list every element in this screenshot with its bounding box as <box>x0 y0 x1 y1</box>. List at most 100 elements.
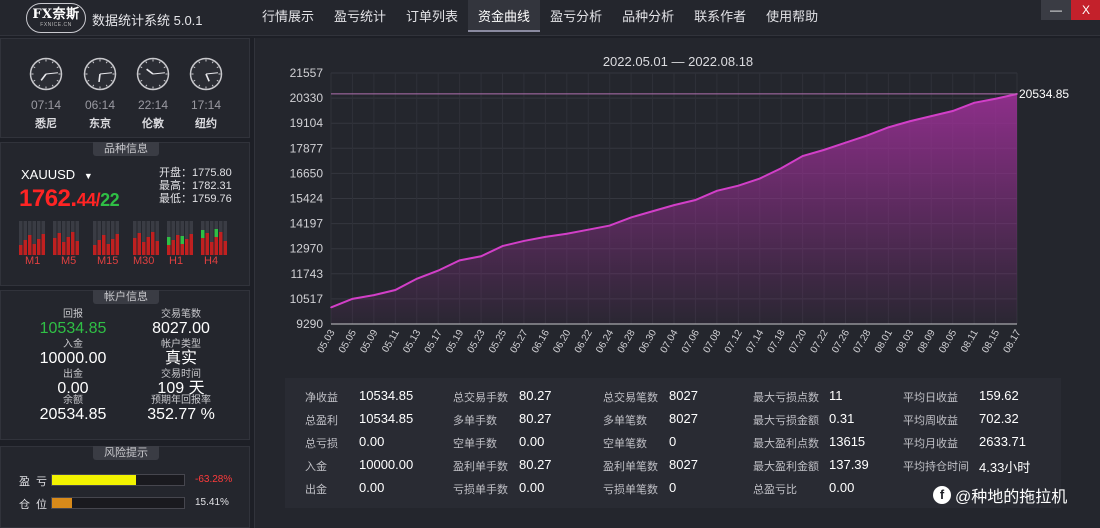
stat-label: 亏损单手数 <box>453 484 508 496</box>
timeframe-M1[interactable]: M1 <box>25 255 40 267</box>
x-tick-label: 07.28 <box>851 328 873 356</box>
stat-value: 0.00 <box>519 434 545 449</box>
account-value: 8027.00 <box>152 320 210 337</box>
high-price: 最高：1782.31 <box>159 180 232 192</box>
account-item-6: 余额 20534.85 <box>21 395 125 424</box>
x-tick-label: 05.13 <box>401 328 423 356</box>
risk-percent: 15.41% <box>195 497 229 508</box>
tab-7[interactable]: 使用帮助 <box>756 0 828 32</box>
y-tick-label: 10517 <box>290 292 324 306</box>
equity-point <box>716 189 718 192</box>
stat-label: 出金 <box>305 484 327 496</box>
x-tick-label: 05.23 <box>466 328 488 356</box>
stat-label: 空单手数 <box>453 438 497 450</box>
equity-point <box>909 120 911 123</box>
risk-header: 风险提示 <box>93 446 159 460</box>
stat-label: 总交易手数 <box>453 392 508 404</box>
stat-value: 0.31 <box>829 411 855 426</box>
equity-point <box>737 184 740 187</box>
account-info-panel: 帐户信息 回报 10534.85 交易笔数 8027.00 入金 10000.00 帐户类型… <box>0 290 250 440</box>
clock-city: 纽约 <box>195 118 217 130</box>
clock-time: 07:14 <box>30 98 62 112</box>
clock-city: 东京 <box>89 118 111 130</box>
stat-value: 80.27 <box>519 388 552 403</box>
x-tick-label: 07.14 <box>744 328 766 356</box>
x-tick-label: 05.25 <box>487 328 509 356</box>
stat-value: 10534.85 <box>359 388 414 403</box>
y-tick-label: 19104 <box>290 116 324 130</box>
stat-value: 8027 <box>669 457 698 472</box>
x-tick-label: 08.01 <box>873 328 895 356</box>
price-fraction: 44 <box>76 190 97 210</box>
equity-point <box>330 306 332 309</box>
clock-time: 22:14 <box>137 98 169 112</box>
x-tick-label: 07.04 <box>659 328 681 356</box>
world-clocks-panel: 07:14 悉尼 06:14 东京 22:14 伦敦 17:14 纽约 <box>0 38 250 138</box>
equity-point <box>415 277 418 280</box>
timeframe-H4[interactable]: H4 <box>204 255 218 267</box>
tab-6[interactable]: 联系作者 <box>684 0 756 32</box>
current-price: 1762.44/22 <box>19 185 120 213</box>
tab-5[interactable]: 品种分析 <box>612 0 684 32</box>
equity-point <box>801 155 804 157</box>
close-button[interactable]: X <box>1071 0 1100 20</box>
tab-1[interactable]: 盈亏统计 <box>324 0 396 32</box>
account-item-4: 出金 0.00 <box>21 369 125 398</box>
risk-bar <box>51 497 185 509</box>
x-tick-label: 06.28 <box>616 328 638 356</box>
x-tick-label: 05.19 <box>444 328 466 356</box>
equity-point <box>758 177 761 180</box>
x-tick-label: 06.24 <box>594 328 616 356</box>
equity-point <box>694 199 697 201</box>
minimize-button[interactable]: — <box>1041 0 1071 20</box>
y-tick-label: 14197 <box>290 217 324 231</box>
stat-value: 137.39 <box>829 457 869 472</box>
price-spread: 22 <box>100 190 120 210</box>
equity-point <box>544 236 547 238</box>
equity-point <box>523 240 525 242</box>
equity-point <box>951 110 954 112</box>
app-title: 数据统计系统 5.0.1 <box>92 13 203 28</box>
equity-chart: 21557 20330 19104 17877 16650 15424 14197 12970… <box>290 66 1070 356</box>
clock-face-icon <box>136 57 170 91</box>
account-info-header: 帐户信息 <box>93 290 159 304</box>
tab-2[interactable]: 订单列表 <box>396 0 468 32</box>
timeframe-H1[interactable]: H1 <box>169 255 183 267</box>
risk-bar <box>51 474 185 486</box>
timeframe-M30[interactable]: M30 <box>133 255 154 267</box>
tab-0[interactable]: 行情展示 <box>252 0 324 32</box>
risk-bar-fill <box>52 475 136 485</box>
equity-point <box>608 224 611 227</box>
low-price: 最低：1759.76 <box>159 193 232 205</box>
clock-face-icon <box>189 57 223 91</box>
stat-value: 0.00 <box>519 480 545 495</box>
clock-city: 伦敦 <box>142 118 164 130</box>
stat-label: 平均周收益 <box>903 415 958 427</box>
risk-label: 仓位 <box>19 499 53 511</box>
x-tick-label: 07.12 <box>723 328 745 356</box>
x-tick-label: 05.05 <box>337 328 359 356</box>
x-tick-label: 07.22 <box>809 328 831 356</box>
timeframe-M5[interactable]: M5 <box>61 255 76 267</box>
stat-value: 0 <box>669 480 677 495</box>
equity-point <box>458 259 461 262</box>
account-label: 余额 <box>63 395 83 406</box>
ohl-values: 开盘：1775.80 最高：1782.31 最低：1759.76 <box>159 167 232 206</box>
watermark: f @种地的拖拉机 <box>933 483 1067 507</box>
tab-3[interactable]: 资金曲线 <box>468 0 541 32</box>
stat-value: 4.33小时 <box>979 460 1031 475</box>
clock-city: 悉尼 <box>35 118 57 130</box>
stat-label: 入金 <box>305 461 327 473</box>
x-tick-label: 07.06 <box>680 328 702 356</box>
stat-label: 总盈亏比 <box>753 484 797 496</box>
symbol-selector[interactable]: XAUUSD ▼ <box>21 167 93 182</box>
timeframe-M15[interactable]: M15 <box>97 255 118 267</box>
x-tick-label: 07.20 <box>787 328 809 356</box>
clock-3: 17:14 纽约 <box>187 57 225 131</box>
clock-2: 22:14 伦敦 <box>134 57 172 131</box>
x-tick-label: 08.11 <box>959 328 981 355</box>
stat-value: 10000.00 <box>359 457 414 472</box>
risk-bar-fill <box>52 498 73 508</box>
tab-4[interactable]: 盈亏分析 <box>540 0 612 32</box>
app-logo: FX奈斯 FXNICE.CN <box>26 3 86 33</box>
